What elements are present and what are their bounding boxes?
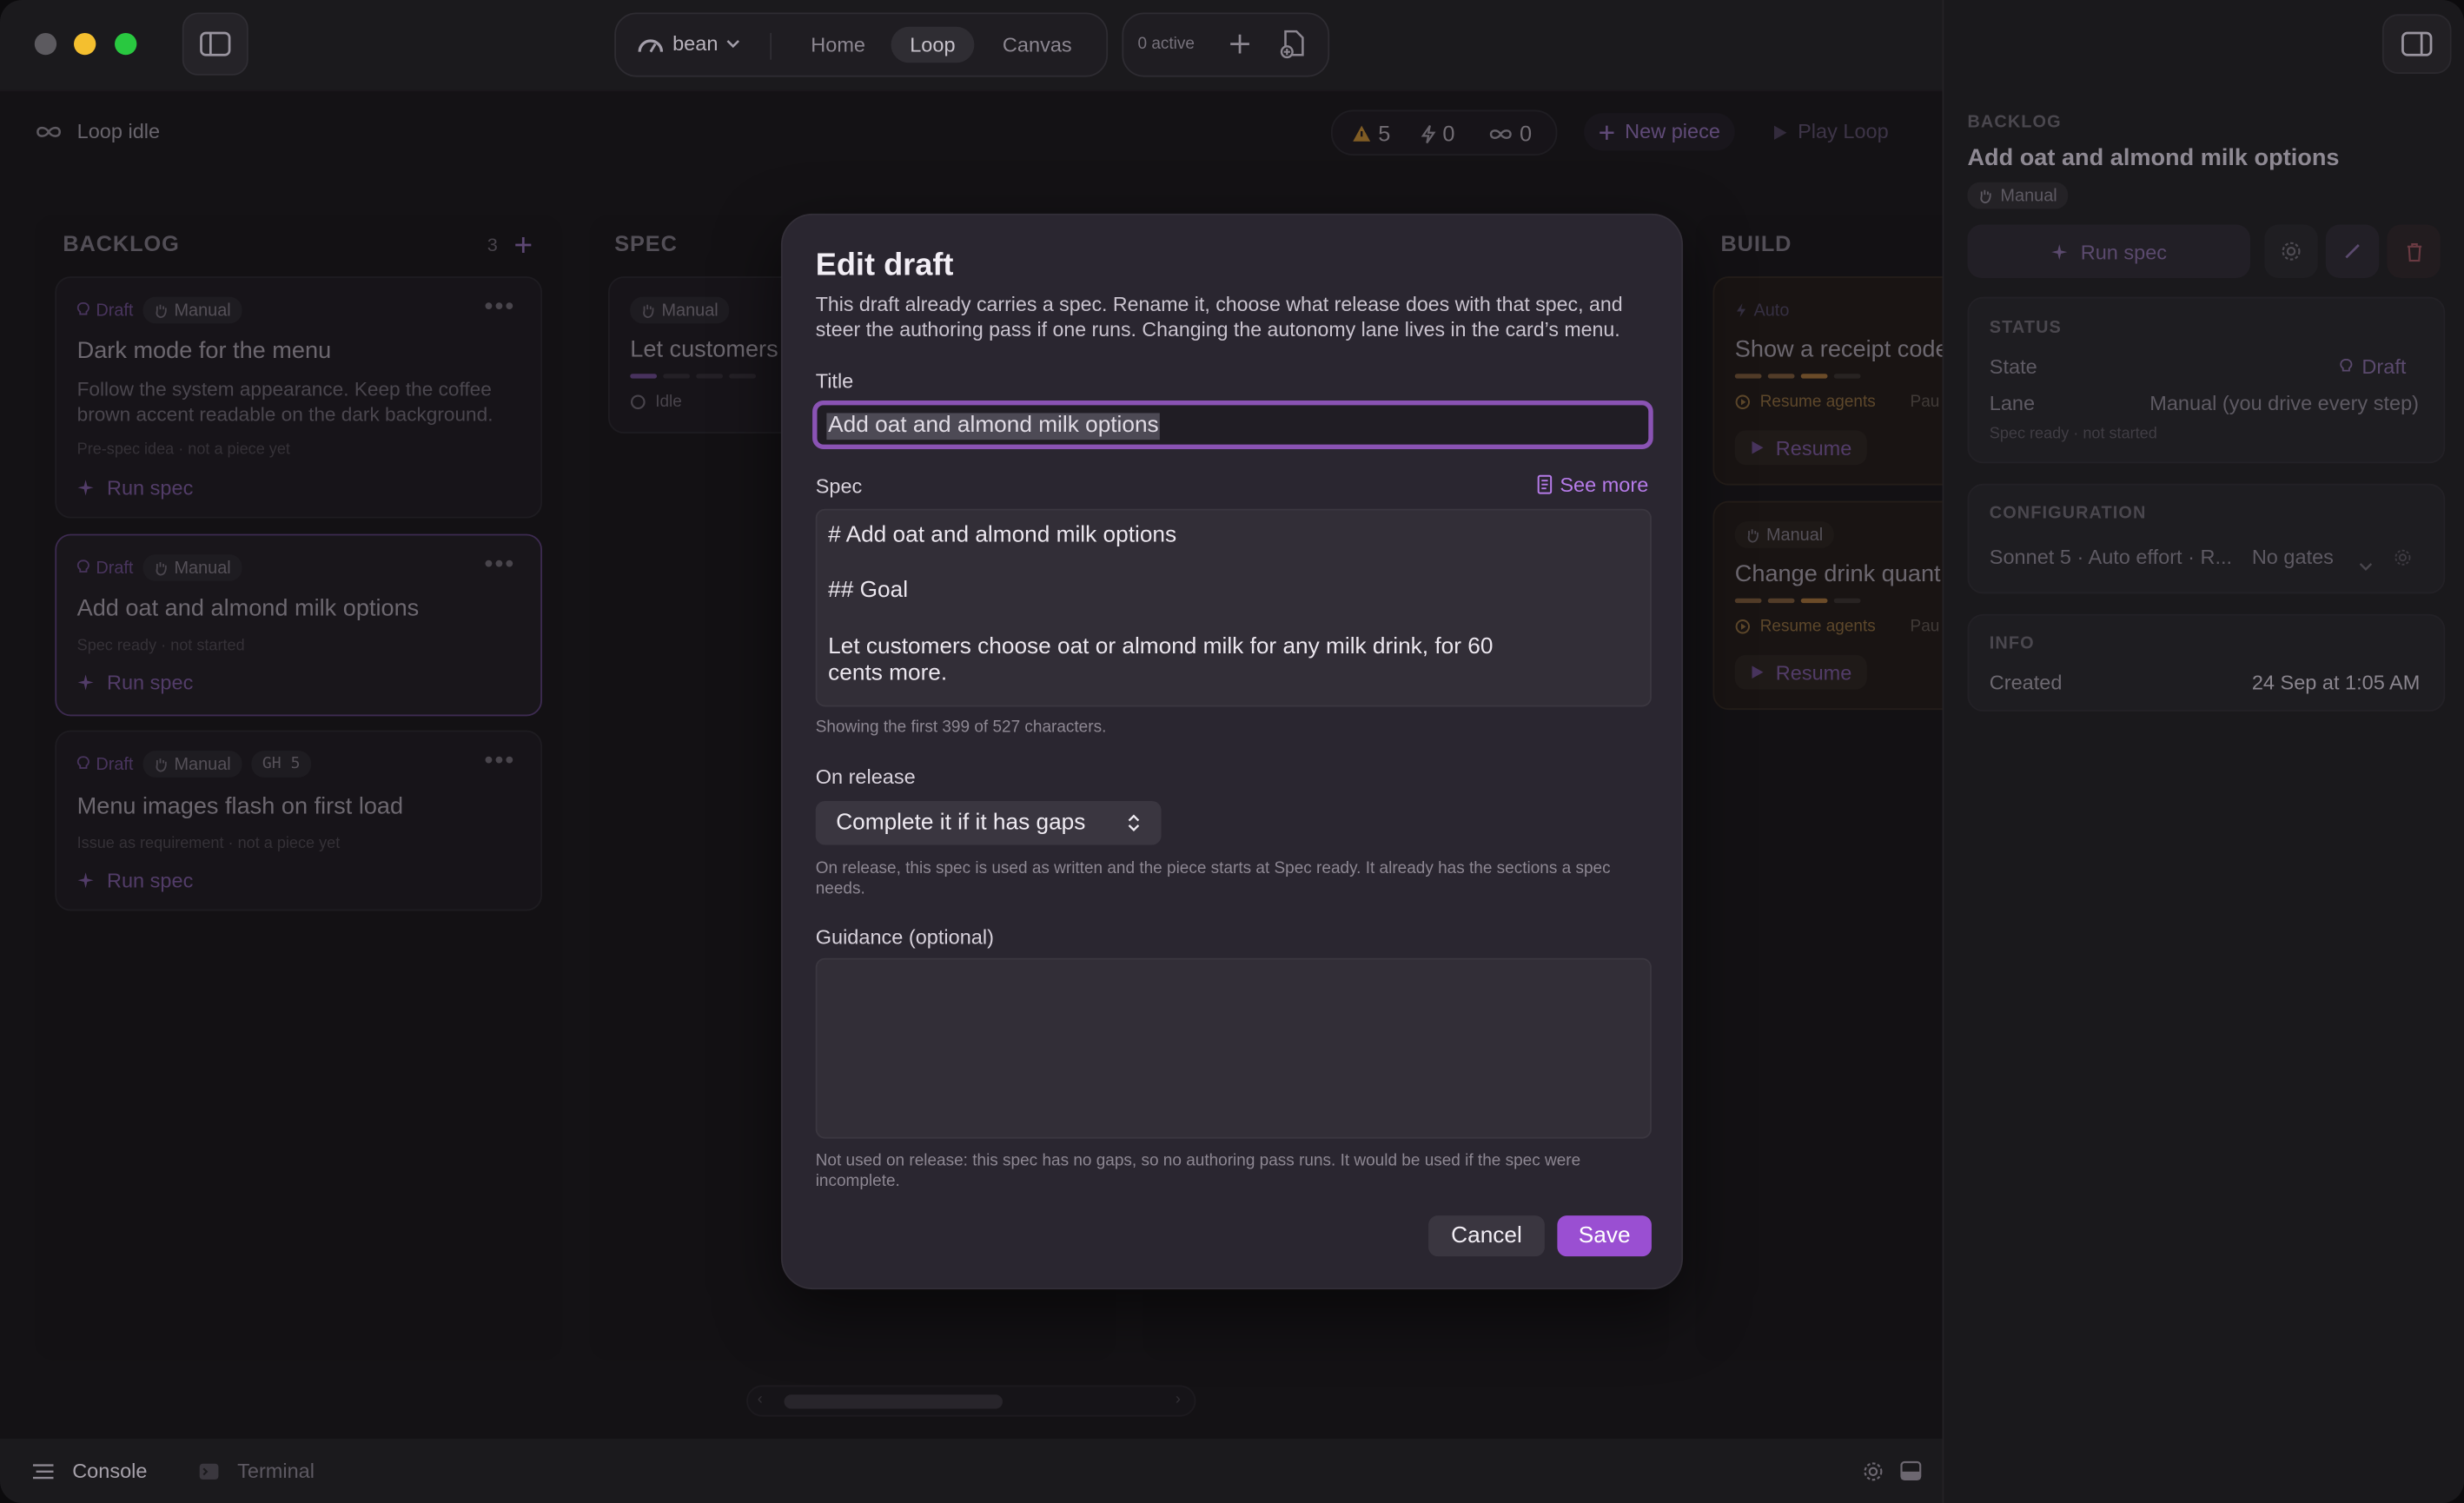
spec-field-label: Spec [815, 473, 863, 499]
config-section [1967, 483, 2446, 594]
window-minimize-button[interactable] [74, 32, 96, 56]
tab-home[interactable]: Home [792, 27, 884, 63]
new-document-button[interactable] [1279, 29, 1308, 68]
tab-loop[interactable]: Loop [891, 26, 975, 63]
window-zoom-button[interactable] [115, 32, 137, 56]
lane-label: Lane [1989, 391, 2036, 415]
spec-line: cents more. [828, 661, 948, 686]
terminal-tab[interactable]: Terminal [198, 1459, 315, 1482]
panel-run-spec-button[interactable]: Run spec [1967, 224, 2251, 278]
edit-draft-dialog: Edit draft This draft already carries a … [780, 213, 1684, 1290]
settings-button[interactable] [1862, 1460, 1884, 1490]
plus-icon [1230, 34, 1249, 54]
toggle-panel-button[interactable] [1900, 1460, 1922, 1489]
dialog-title: Edit draft [815, 248, 954, 283]
panel-delete-button[interactable] [2387, 224, 2441, 278]
terminal-icon [199, 1462, 219, 1479]
guidance-field-label: Guidance (optional) [815, 924, 994, 949]
state-value-label: Draft [2361, 354, 2407, 379]
panel-column: BACKLOG [1967, 113, 2062, 132]
app-window: bean Home Loop Canvas 0 active Loop idle… [0, 0, 2464, 1503]
spec-meta: Spec ready · not started [1989, 425, 2157, 443]
workspace-name: bean [672, 31, 719, 56]
terminal-label: Terminal [237, 1459, 315, 1483]
lane-value: Manual (you drive every step) [2149, 391, 2419, 415]
bulb-icon [2340, 359, 2353, 372]
sidebar-left-icon [200, 31, 231, 56]
pencil-icon [2345, 244, 2360, 259]
gauge-icon [638, 38, 664, 52]
release-hint: On release, this spec is used as written… [815, 858, 1611, 898]
dialog-description: This draft already carries a spec. Renam… [815, 292, 1623, 341]
title-input[interactable]: Add oat and almond milk options [812, 400, 1653, 450]
info-label: INFO [1989, 634, 2035, 654]
sparkle-icon [2051, 243, 2068, 260]
run-spec-label: Run spec [2080, 239, 2168, 263]
chevron-down-icon [726, 39, 739, 48]
see-more-button[interactable]: See more [1536, 473, 1648, 496]
guidance-hint: Not used on release: this spec has no ga… [815, 1151, 1581, 1190]
gates-value[interactable]: No gates [2252, 545, 2334, 568]
lane-label: Manual [2000, 186, 2057, 205]
created-label: Created [1989, 670, 2063, 695]
release-select[interactable]: Complete it if it has gaps [815, 800, 1162, 845]
toggle-sidebar-button[interactable] [182, 12, 248, 76]
panel-settings-button[interactable] [2264, 224, 2318, 278]
config-label: CONFIGURATION [1989, 504, 2147, 523]
config-chevron-icon[interactable] [2359, 552, 2373, 580]
state-label: State [1989, 354, 2037, 379]
gear-icon [2282, 242, 2301, 261]
panel-edit-button[interactable] [2325, 224, 2380, 278]
panel-lane-chip: Manual [1967, 182, 2069, 209]
spec-hint: Showing the first 399 of 527 characters. [815, 718, 1107, 737]
config-gear-icon[interactable] [2394, 546, 2413, 575]
hand-icon [1980, 189, 1991, 203]
panel-bottom-icon [1900, 1460, 1922, 1480]
agents-group: 0 active [1122, 12, 1330, 77]
nav-group: bean Home Loop Canvas [614, 12, 1109, 77]
release-field-label: On release [815, 765, 916, 789]
save-button[interactable]: Save [1557, 1215, 1652, 1257]
panel-title: Add oat and almond milk options [1967, 144, 2340, 172]
spec-line: ## Goal [828, 578, 909, 604]
title-field-label: Title [815, 368, 854, 393]
spec-line: # Add oat and almond milk options [828, 522, 1177, 548]
bottom-bar: Console Terminal [0, 1439, 1943, 1503]
list-icon [32, 1463, 54, 1479]
nav-divider [770, 32, 772, 60]
workspace-switcher[interactable]: bean [637, 31, 740, 55]
toggle-inspector-button[interactable] [2381, 14, 2452, 74]
trash-icon [2406, 242, 2421, 262]
cancel-button[interactable]: Cancel [1428, 1215, 1545, 1257]
state-value: Draft [2340, 355, 2406, 379]
title-input-value: Add oat and almond milk options [826, 413, 1161, 440]
gear-icon [1864, 1462, 1883, 1481]
document-icon [1537, 474, 1552, 494]
document-add-icon [1280, 30, 1304, 59]
updown-chevron-icon [1128, 814, 1140, 832]
console-label: Console [72, 1459, 148, 1483]
spec-line: Let customers choose oat or almond milk … [828, 634, 1494, 660]
tab-canvas[interactable]: Canvas [984, 27, 1090, 63]
window-close-button[interactable] [34, 32, 57, 56]
spec-textarea[interactable]: # Add oat and almond milk options ## Goa… [815, 508, 1652, 707]
release-select-value: Complete it if it has gaps [836, 810, 1086, 836]
active-count: 0 active [1137, 34, 1195, 54]
console-tab[interactable]: Console [31, 1459, 147, 1482]
add-agent-button[interactable] [1228, 31, 1253, 64]
see-more-label: See more [1560, 473, 1649, 497]
guidance-textarea[interactable] [815, 957, 1652, 1139]
sidebar-right-icon [2401, 31, 2433, 56]
status-label: STATUS [1989, 318, 2062, 338]
info-section [1967, 613, 2446, 712]
config-value[interactable]: Sonnet 5 · Auto effort · R... [1990, 545, 2232, 568]
detail-panel: BACKLOG Add oat and almond milk options … [1942, 0, 2464, 1503]
created-value: 24 Sep at 1:05 AM [2251, 670, 2421, 695]
